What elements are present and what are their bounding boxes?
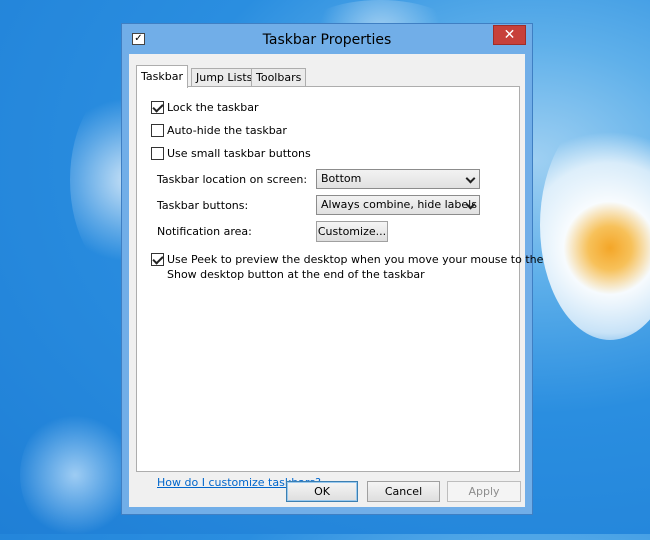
location-select[interactable]: Bottom xyxy=(316,169,480,189)
apply-button[interactable]: Apply xyxy=(447,481,521,502)
location-label: Taskbar location on screen: xyxy=(157,173,308,186)
location-value: Bottom xyxy=(321,172,362,185)
notification-area-label: Notification area: xyxy=(157,225,252,238)
taskbar-buttons-label: Taskbar buttons: xyxy=(157,199,249,212)
taskbar-tab-panel: Lock the taskbar Auto-hide the taskbar U… xyxy=(136,86,543,489)
wallpaper-flower xyxy=(540,110,650,340)
auto-hide-label: Auto-hide the taskbar xyxy=(167,124,287,137)
peek-checkbox[interactable] xyxy=(151,253,164,266)
cancel-button[interactable]: Cancel xyxy=(367,481,440,502)
peek-label-line2: Show desktop button at the end of the ta… xyxy=(167,268,425,281)
small-buttons-label: Use small taskbar buttons xyxy=(167,147,311,160)
peek-label-line1: Use Peek to preview the desktop when you… xyxy=(167,253,544,266)
auto-hide-option[interactable]: Auto-hide the taskbar xyxy=(151,123,287,139)
peek-option[interactable]: Use Peek to preview the desktop when you… xyxy=(151,252,543,281)
taskbar-properties-dialog: ✓ Taskbar Properties ✕ Taskbar Jump List… xyxy=(121,23,543,515)
tab-taskbar[interactable]: Taskbar xyxy=(136,65,188,88)
close-button[interactable]: ✕ xyxy=(493,25,526,45)
window-title: Taskbar Properties xyxy=(262,32,392,48)
close-icon: ✕ xyxy=(503,27,516,43)
wallpaper-flower xyxy=(20,410,130,540)
small-buttons-checkbox[interactable] xyxy=(151,147,164,160)
chevron-down-icon xyxy=(465,173,476,184)
lock-taskbar-label: Lock the taskbar xyxy=(167,101,259,114)
customize-button[interactable]: Customize... xyxy=(316,221,388,242)
taskbar-buttons-value: Always combine, hide labels xyxy=(321,198,477,211)
lock-taskbar-option[interactable]: Lock the taskbar xyxy=(151,100,259,116)
peek-label: Use Peek to preview the desktop when you… xyxy=(167,252,543,282)
auto-hide-checkbox[interactable] xyxy=(151,124,164,137)
ok-button[interactable]: OK xyxy=(286,481,358,502)
tab-jump-lists[interactable]: Jump Lists xyxy=(191,68,258,86)
small-buttons-option[interactable]: Use small taskbar buttons xyxy=(151,146,311,162)
taskbar-buttons-select[interactable]: Always combine, hide labels xyxy=(316,195,480,215)
title-bar[interactable]: ✓ Taskbar Properties ✕ xyxy=(122,24,532,54)
tab-toolbars[interactable]: Toolbars xyxy=(251,68,307,86)
lock-taskbar-checkbox[interactable] xyxy=(151,101,164,114)
dialog-body: Taskbar Jump Lists Toolbars Lock the tas… xyxy=(129,54,543,507)
